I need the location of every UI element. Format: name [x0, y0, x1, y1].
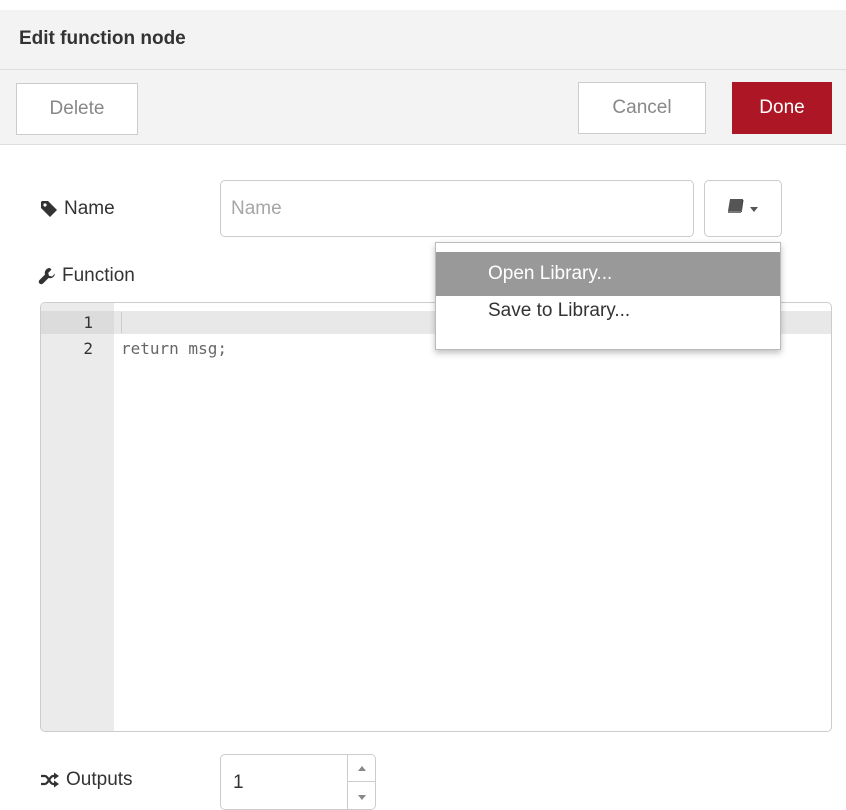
- dialog-header: Edit function node: [0, 10, 846, 70]
- line-number: 2: [83, 339, 93, 358]
- caret-down-icon: [749, 200, 759, 218]
- delete-button[interactable]: Delete: [16, 83, 138, 135]
- text-cursor: [121, 312, 122, 333]
- line-code: return msg;: [121, 339, 227, 358]
- stepper-up-button[interactable]: [348, 755, 375, 782]
- editor-gutter: [41, 303, 114, 731]
- name-input[interactable]: [220, 180, 694, 237]
- stepper-arrows: [347, 755, 375, 809]
- library-menu-button[interactable]: [704, 180, 782, 237]
- name-label-row: Name: [40, 195, 115, 223]
- library-dropdown-menu: Open Library... Save to Library...: [435, 242, 781, 350]
- cancel-button[interactable]: Cancel: [578, 82, 706, 134]
- function-label: Function: [62, 265, 135, 286]
- stepper-down-button[interactable]: [348, 782, 375, 809]
- dialog-toolbar: Delete Cancel Done: [0, 70, 846, 145]
- outputs-stepper[interactable]: 1: [220, 754, 376, 810]
- caret-up-icon: [357, 759, 366, 777]
- line-number: 1: [83, 313, 93, 332]
- wrench-icon: [38, 267, 56, 285]
- menu-item-open-library[interactable]: Open Library...: [436, 252, 780, 296]
- tag-icon: [40, 200, 58, 218]
- function-label-row: Function: [38, 262, 135, 290]
- menu-item-save-to-library[interactable]: Save to Library...: [436, 296, 780, 336]
- book-icon: [727, 198, 745, 219]
- outputs-label-row: Outputs: [40, 766, 133, 794]
- done-button[interactable]: Done: [732, 82, 832, 134]
- dialog-title: Edit function node: [19, 28, 186, 49]
- outputs-label: Outputs: [66, 769, 133, 790]
- code-editor[interactable]: 1 2 return msg;: [40, 302, 832, 732]
- outputs-value[interactable]: 1: [233, 772, 244, 794]
- random-icon: [40, 772, 60, 788]
- caret-down-icon: [357, 787, 366, 805]
- name-label: Name: [64, 198, 115, 219]
